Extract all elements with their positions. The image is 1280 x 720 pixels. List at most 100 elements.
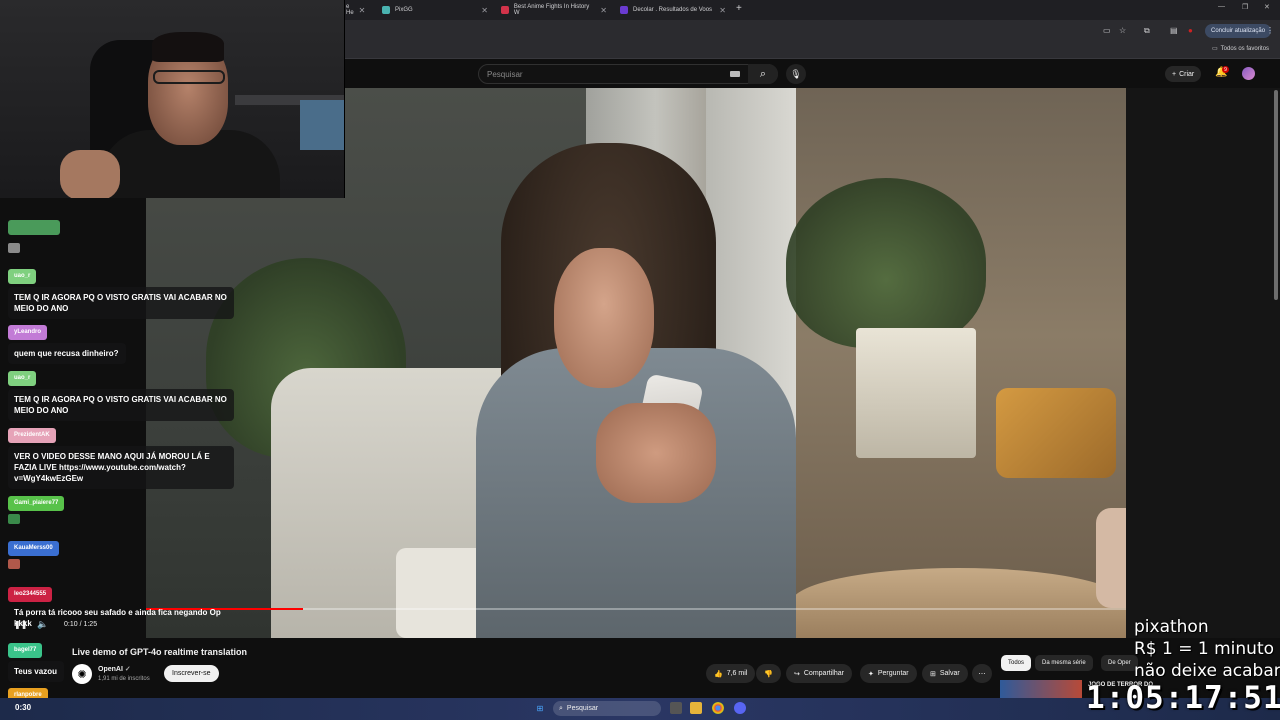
sidebar-icon[interactable]: ▤	[1170, 26, 1178, 35]
tab-1-title: e He	[346, 4, 354, 16]
channel-avatar[interactable]: ✺	[72, 664, 92, 684]
recommendation-thumbnail[interactable]	[1000, 680, 1082, 700]
window-close-icon[interactable]: ✕	[1264, 3, 1270, 11]
close-icon[interactable]: ✕	[719, 6, 726, 15]
notification-badge: 9	[1222, 66, 1229, 73]
search-button[interactable]: ⌕	[748, 64, 778, 84]
video-scene-table	[791, 568, 1126, 638]
close-icon[interactable]: ✕	[359, 6, 366, 15]
extensions-icon[interactable]: ⧉	[1144, 26, 1150, 36]
thumbs-down-icon: 👎	[764, 670, 773, 678]
subscribe-button[interactable]: Inscrever-se	[164, 665, 219, 682]
chat-message: leo2344555 Tá porra tá ricooo seu safado…	[8, 582, 234, 631]
maximize-icon[interactable]: ❐	[1242, 3, 1248, 11]
channel-name-label: OpenAI	[98, 666, 123, 673]
keyboard-icon[interactable]	[730, 71, 740, 77]
save-button[interactable]: ⊞ Salvar	[922, 664, 968, 683]
tab-anime[interactable]: Best Anime Fights In History W ✕	[495, 2, 613, 18]
chrome-icon[interactable]	[712, 702, 724, 714]
voice-search-button[interactable]: 🎙	[786, 64, 806, 84]
chat-text: quem que recusa dinheiro?	[8, 343, 126, 364]
chat-username: bagel77	[8, 643, 43, 658]
more-actions-button[interactable]: ⋯	[972, 664, 992, 683]
page-scrollbar[interactable]	[1274, 90, 1278, 300]
create-label: Criar	[1179, 70, 1195, 78]
chip-openai[interactable]: De Oper	[1101, 655, 1138, 671]
update-button[interactable]: Concluir atualização	[1205, 24, 1272, 38]
thumbs-up-icon: 👍	[714, 670, 723, 678]
chat-message: uao_r TEM Q IR AGORA PQ O VISTO GRATIS V…	[8, 264, 234, 319]
ask-label: Perguntar	[877, 670, 909, 677]
chat-text: Tá porra tá ricooo seu safado e ainda fi…	[14, 608, 221, 628]
create-button[interactable]: + Criar	[1165, 66, 1202, 82]
verified-icon: ✓	[124, 666, 131, 673]
chip-same-series[interactable]: Da mesma série	[1035, 655, 1093, 671]
chat-text: Teus vazou	[8, 661, 64, 682]
ask-button[interactable]: ✦ Perguntar	[860, 664, 917, 683]
account-avatar[interactable]	[1242, 67, 1255, 80]
close-icon[interactable]: ✕	[600, 6, 607, 15]
tab-decolar[interactable]: Decolar . Resultados de Voos ✕	[614, 2, 732, 18]
chat-username: KauaMerss00	[8, 541, 59, 556]
chat-username	[8, 220, 60, 235]
file-explorer-icon[interactable]	[690, 702, 702, 714]
menu-icon[interactable]: ⋮	[1266, 26, 1274, 35]
webcam-streamer-arm	[60, 150, 120, 198]
folder-icon: ▭	[1212, 46, 1218, 52]
chat-emote-icon	[8, 514, 20, 524]
channel-name[interactable]: OpenAI ✓	[98, 665, 131, 673]
new-tab-plus-icon[interactable]: +	[736, 3, 742, 14]
video-scene-plant	[786, 178, 986, 348]
all-bookmarks[interactable]: ▭ Todos os favoritos	[1212, 45, 1269, 53]
video-person-edge	[1096, 508, 1126, 608]
chat-text: TEM Q IR AGORA PQ O VISTO GRATIS VAI ACA…	[8, 389, 234, 421]
chat-emote-icon	[8, 559, 20, 569]
profile-icon[interactable]: ●	[1188, 26, 1193, 35]
chat-emote-icon	[8, 243, 20, 253]
share-icon: ↪	[794, 670, 800, 678]
stream-overlay-line-3: não deixe acabar	[1134, 661, 1280, 681]
webcam-monitor	[300, 100, 344, 150]
like-count: 7,6 mil	[726, 670, 748, 677]
taskbar-search[interactable]: ⌕ Pesquisar	[553, 701, 661, 716]
save-label: Salvar	[939, 670, 960, 677]
discord-icon[interactable]	[734, 702, 746, 714]
mic-icon: 🎙	[790, 68, 802, 79]
close-icon[interactable]: ✕	[481, 6, 488, 15]
share-button[interactable]: ↪ Compartilhar	[786, 664, 852, 683]
chat-message: yLeandro quem que recusa dinheiro?	[8, 320, 126, 364]
task-view-icon[interactable]	[670, 702, 682, 714]
subscriber-count: 1,91 mi de inscritos	[98, 676, 150, 682]
chat-message: uao_r TEM Q IR AGORA PQ O VISTO GRATIS V…	[8, 366, 234, 421]
chat-message: bagel77 Teus vazou	[8, 638, 64, 682]
webcam-overlay	[0, 0, 345, 198]
chip-all[interactable]: Todos	[1001, 655, 1032, 671]
subathon-timer: 1:05:17:51	[1086, 680, 1280, 716]
webcam-streamer-hair	[152, 32, 224, 62]
more-icon: ⋯	[978, 670, 986, 678]
minimize-icon[interactable]: —	[1218, 3, 1225, 10]
windows-start-icon[interactable]: ⊞	[534, 702, 546, 714]
chat-username: PrezidentAK	[8, 428, 56, 443]
video-scene-lamp	[856, 328, 976, 458]
plus-icon: +	[1172, 70, 1177, 78]
cast-icon[interactable]: ▭	[1103, 26, 1111, 35]
video-scene-cushion	[996, 388, 1116, 478]
video-title: Live demo of GPT-4o realtime translation	[72, 647, 248, 657]
like-button[interactable]: 👍 7,6 mil	[706, 664, 756, 683]
video-person-face	[554, 248, 654, 388]
chat-username: Gami_piaiere77	[8, 496, 65, 511]
chat-message: Gami_piaiere77	[8, 491, 65, 524]
chat-message	[8, 220, 60, 253]
share-label: Compartilhar	[803, 670, 844, 677]
stream-overlay-line-2: R$ 1 = 1 minuto	[1134, 639, 1275, 659]
taskbar-search-label: Pesquisar	[566, 705, 599, 712]
chat-username: uao_r	[8, 269, 37, 284]
tab-pixgg[interactable]: PixGG ✕	[376, 2, 494, 18]
chat-message: PrezidentAK VER O VIDEO DESSE MANO AQUI …	[8, 423, 234, 489]
search-icon: ⌕	[759, 67, 767, 80]
chat-username: yLeandro	[8, 325, 48, 340]
dislike-button[interactable]: 👎	[756, 664, 781, 683]
star-icon[interactable]: ☆	[1119, 26, 1126, 35]
chat-username: uao_r	[8, 371, 37, 386]
